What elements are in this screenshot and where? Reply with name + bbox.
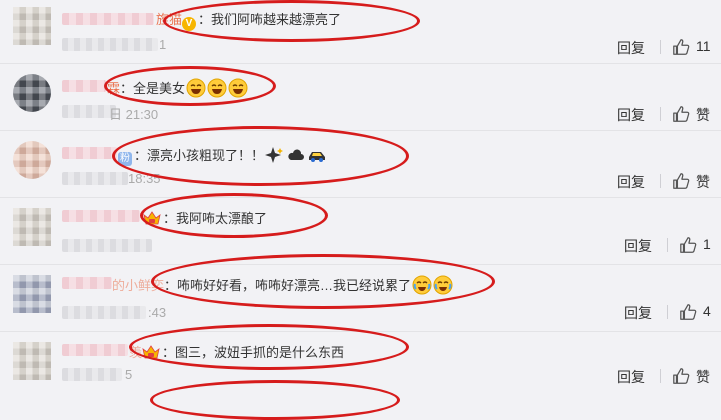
reply-button[interactable]: 回复 xyxy=(617,105,645,125)
username-blurred[interactable] xyxy=(62,13,154,25)
laughing-emoji-icon xyxy=(207,78,227,98)
username-tail[interactable]: 的小鲜奕 xyxy=(112,278,164,293)
comment-item: 旌猫 V ：我们阿咘越来越漂亮了 1 回复 11 xyxy=(0,0,721,64)
reply-button[interactable]: 回复 xyxy=(624,303,652,323)
username-blurred[interactable] xyxy=(62,80,106,92)
like-button[interactable]: 赞 xyxy=(696,105,710,125)
fan-badge-icon: 粉 xyxy=(118,152,132,166)
username-blurred[interactable] xyxy=(62,277,112,289)
comment-text: ：漂亮小孩粗现了！！ xyxy=(134,148,265,163)
divider xyxy=(667,305,668,319)
comment-item: 粉：漂亮小孩粗现了！！ 18:35 回复 赞 xyxy=(0,131,721,198)
comment-actions: 回复 赞 xyxy=(0,105,721,123)
divider xyxy=(660,369,661,383)
divider xyxy=(660,174,661,188)
comment-text: ：咘咘好好看，咘咘好漂亮…我已经说累了 xyxy=(164,278,412,293)
thumbs-up-icon[interactable] xyxy=(672,38,690,56)
comment-item: ：我阿咘太漂酿了 回复 1 xyxy=(0,198,721,265)
username-blurred[interactable] xyxy=(62,147,117,159)
username-tail[interactable]: 霖 xyxy=(107,81,120,96)
comment-text: ：我阿咘太漂酿了 xyxy=(163,211,268,226)
comment-item: 霖：全是美女 日 21:30 回复 赞 xyxy=(0,64,721,131)
cloud-icon xyxy=(288,149,305,160)
car-icon xyxy=(309,152,326,162)
thumbs-up-icon[interactable] xyxy=(672,172,690,190)
thumbs-up-icon[interactable] xyxy=(679,303,697,321)
thumbs-up-icon[interactable] xyxy=(672,105,690,123)
comment-content: 旌猫 V ：我们阿咘越来越漂亮了 xyxy=(156,9,341,31)
laughing-emoji-icon xyxy=(186,78,206,98)
comment-actions: 回复 1 xyxy=(0,236,721,254)
username-blurred[interactable] xyxy=(62,210,140,222)
crying-laughing-emoji-icon xyxy=(433,275,453,295)
divider xyxy=(660,40,661,54)
comment-item: 羡：图三，波妞手抓的是什么东西 5 回复 赞 xyxy=(0,332,721,398)
comment-content: 的小鲜奕：咘咘好好看，咘咘好漂亮…我已经说累了 xyxy=(112,275,453,295)
divider xyxy=(660,107,661,121)
comment-actions: 回复 赞 xyxy=(0,367,721,385)
comment-content: 粉：漂亮小孩粗现了！！ xyxy=(118,145,327,166)
reply-button[interactable]: 回复 xyxy=(617,367,645,387)
sparkle-icon xyxy=(265,147,284,163)
comment-content: 霖：全是美女 xyxy=(107,78,248,98)
crown-badge-icon xyxy=(143,211,161,225)
like-count: 11 xyxy=(696,38,711,54)
thumbs-up-icon[interactable] xyxy=(679,236,697,254)
like-button[interactable]: 赞 xyxy=(696,367,710,387)
reply-button[interactable]: 回复 xyxy=(624,236,652,256)
comment-text: ：我们阿咘越来越漂亮了 xyxy=(198,12,342,27)
username-tail[interactable]: 旌猫 xyxy=(156,12,182,27)
comment-content: 羡 ：图三，波妞手抓的是什么东西 xyxy=(129,342,344,361)
comment-actions: 回复 4 xyxy=(0,303,721,321)
like-button[interactable]: 赞 xyxy=(696,172,710,192)
like-count: 1 xyxy=(703,236,711,252)
thumbs-up-icon[interactable] xyxy=(672,367,690,385)
comment-actions: 回复 11 xyxy=(0,38,721,56)
laughing-emoji-icon xyxy=(228,78,248,98)
comment-text: ：图三，波妞手抓的是什么东西 xyxy=(162,345,345,360)
reply-button[interactable]: 回复 xyxy=(617,172,645,192)
crying-laughing-emoji-icon xyxy=(412,275,432,295)
divider xyxy=(667,238,668,252)
like-count: 4 xyxy=(703,303,711,319)
crown-badge-icon xyxy=(142,345,160,359)
comment-text: ：全是美女 xyxy=(120,81,186,96)
username-blurred[interactable] xyxy=(62,344,128,356)
comment-content: ：我阿咘太漂酿了 xyxy=(143,208,267,227)
reply-button[interactable]: 回复 xyxy=(617,38,645,58)
username-tail[interactable]: 羡 xyxy=(129,345,142,360)
comment-item: 的小鲜奕：咘咘好好看，咘咘好漂亮…我已经说累了 :43 回复 4 xyxy=(0,265,721,332)
verified-icon: V xyxy=(182,17,197,31)
comment-actions: 回复 赞 xyxy=(0,172,721,190)
